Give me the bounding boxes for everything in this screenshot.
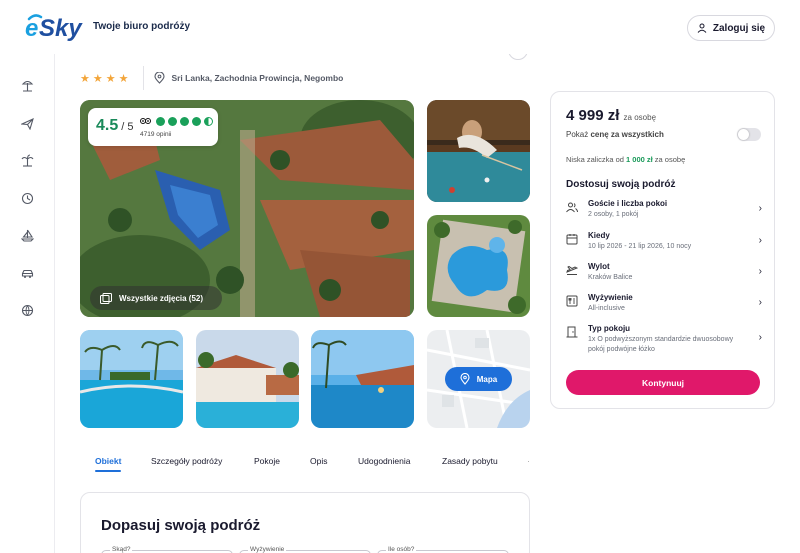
- palm-icon[interactable]: [20, 153, 35, 168]
- booking-card: 4 999 zł za osobę Pokaż cenę za wszystki…: [550, 91, 775, 409]
- tripadvisor-owl-icon: [140, 118, 151, 124]
- tab-stay-rules[interactable]: Zasady pobytu: [442, 456, 498, 466]
- chevron-right-icon: ›: [758, 266, 762, 277]
- deposit-info: Niska zaliczka od 1 000 zł za osobę: [566, 155, 686, 164]
- photo-hotel-building[interactable]: [196, 330, 299, 428]
- option-meal[interactable]: Wyżywienie All-inclusive ›: [566, 293, 762, 323]
- option-guests[interactable]: Goście i liczba pokoi 2 osoby, 1 pokój ›: [566, 199, 762, 229]
- sailboat-icon[interactable]: [20, 228, 35, 243]
- billiards-image: [427, 100, 530, 202]
- rating-card[interactable]: 4.5 / 5 4719 opinii: [88, 108, 218, 146]
- tab-description[interactable]: Opis: [310, 456, 327, 466]
- option-title: Typ pokoju: [588, 324, 631, 333]
- car-icon[interactable]: [20, 266, 35, 281]
- login-button[interactable]: Zaloguj się: [687, 15, 775, 41]
- pool-aerial-image: [427, 215, 530, 317]
- rating-score: 4.5 / 5: [96, 117, 134, 134]
- total-price-toggle-label: Pokaż cenę za wszystkich: [566, 130, 664, 139]
- option-value: All-inclusive: [588, 305, 625, 312]
- guests-icon: [566, 202, 578, 213]
- option-title: Kiedy: [588, 231, 610, 240]
- chevron-right-icon: ›: [758, 297, 762, 308]
- option-value: Kraków Balice: [588, 274, 633, 281]
- option-title: Wyżywienie: [588, 293, 633, 302]
- continue-button[interactable]: Kontynuuj: [566, 370, 760, 395]
- svg-text:e: e: [25, 15, 38, 41]
- all-photos-button[interactable]: Wszystkie zdjęcia (52): [90, 286, 222, 310]
- svg-text:Sky: Sky: [39, 15, 83, 41]
- option-value: 10 lip 2026 - 21 lip 2026, 10 nocy: [588, 243, 692, 250]
- rating-dot: [180, 117, 189, 126]
- option-title: Wylot: [588, 262, 610, 271]
- rating-dot: [168, 117, 177, 126]
- hotel-stars: ★★★★: [80, 72, 132, 85]
- divider: [143, 66, 145, 90]
- active-tab-indicator: [95, 470, 121, 472]
- review-count: 4719 opinii: [140, 131, 172, 138]
- calendar-icon: [566, 234, 578, 245]
- globe-icon[interactable]: [20, 303, 35, 318]
- hotel-location-text: Sri Lanka, Zachodnia Prowincja, Negombo: [171, 73, 344, 83]
- option-room-type[interactable]: Typ pokoju 1x O podwyższonym standardzie…: [566, 324, 762, 362]
- clock-icon[interactable]: [20, 191, 35, 206]
- section-tabs: Obiekt Szczegóły podróży Pokoje Opis Udo…: [80, 450, 530, 474]
- customize-trip-section: Dopasuj swoją podróż Skąd? Wyżywienie Il…: [80, 492, 530, 553]
- rating-dot: [156, 117, 165, 126]
- customize-title: Dostosuj swoją podróż: [566, 179, 676, 190]
- option-dates[interactable]: Kiedy 10 lip 2026 - 21 lip 2026, 10 nocy…: [566, 231, 762, 261]
- location-pin-icon: [154, 72, 166, 84]
- login-label: Zaloguj się: [712, 22, 766, 34]
- hotel-subheader: ★★★★ Sri Lanka, Zachodnia Prowincja, Neg…: [80, 66, 343, 90]
- chevron-right-icon: ›: [758, 332, 762, 343]
- map-pin-icon: [460, 373, 470, 385]
- tab-obiekt[interactable]: Obiekt: [95, 456, 121, 466]
- door-icon: [566, 326, 578, 338]
- from-field-label: Skąd?: [110, 546, 133, 553]
- tab-more-overflow[interactable]: ·: [527, 456, 530, 466]
- meal-icon: [566, 295, 578, 307]
- esky-logo[interactable]: e Sky: [25, 12, 83, 42]
- chevron-right-icon: ›: [758, 235, 762, 246]
- photo-pool-aerial[interactable]: [427, 215, 530, 317]
- departure-icon: [566, 265, 578, 275]
- tripadvisor-rating-dots: [156, 117, 213, 126]
- gallery-icon: [100, 292, 112, 304]
- rating-dot: [192, 117, 201, 126]
- plane-icon[interactable]: [20, 116, 35, 131]
- hotel-building-image: [196, 330, 299, 428]
- esky-logo-mark: e Sky: [25, 14, 83, 41]
- option-departure[interactable]: Wylot Kraków Balice ›: [566, 262, 762, 292]
- photo-billiards[interactable]: [427, 100, 530, 202]
- user-icon: [697, 23, 707, 33]
- beach-icon[interactable]: [20, 78, 35, 93]
- hotel-location[interactable]: Sri Lanka, Zachodnia Prowincja, Negombo: [154, 72, 343, 84]
- option-value: 2 osoby, 1 pokój: [588, 211, 639, 218]
- total-price-toggle[interactable]: [737, 128, 761, 141]
- map-label: Mapa: [476, 374, 498, 384]
- option-title: Goście i liczba pokoi: [588, 199, 668, 208]
- side-navigation: [0, 54, 55, 553]
- option-value: 1x O podwyższonym standardzie dwuosobowy…: [588, 336, 734, 353]
- tab-amenities[interactable]: Udogodnienia: [358, 456, 410, 466]
- tagline: Twoje biuro podróży: [93, 21, 191, 32]
- chevron-right-icon: ›: [758, 203, 762, 214]
- price: 4 999 zł za osobę: [566, 107, 657, 124]
- top-bar: e Sky Twoje biuro podróży Zaloguj się: [0, 0, 800, 54]
- pool-sunset-image: [311, 330, 414, 428]
- meal-field-label: Wyżywienie: [248, 546, 287, 553]
- tab-rooms[interactable]: Pokoje: [254, 456, 280, 466]
- pool-palms-image: [80, 330, 183, 428]
- rating-dot-half: [204, 117, 213, 126]
- photo-pool-palms[interactable]: [80, 330, 183, 428]
- tab-trip-details[interactable]: Szczegóły podróży: [151, 456, 222, 466]
- map-button[interactable]: Mapa: [445, 367, 512, 391]
- photo-pool-sunset[interactable]: [311, 330, 414, 428]
- guests-field-label: Ile osób?: [386, 546, 417, 553]
- customize-trip-title: Dopasuj swoją podróż: [101, 517, 261, 534]
- all-photos-label: Wszystkie zdjęcia (52): [119, 293, 204, 303]
